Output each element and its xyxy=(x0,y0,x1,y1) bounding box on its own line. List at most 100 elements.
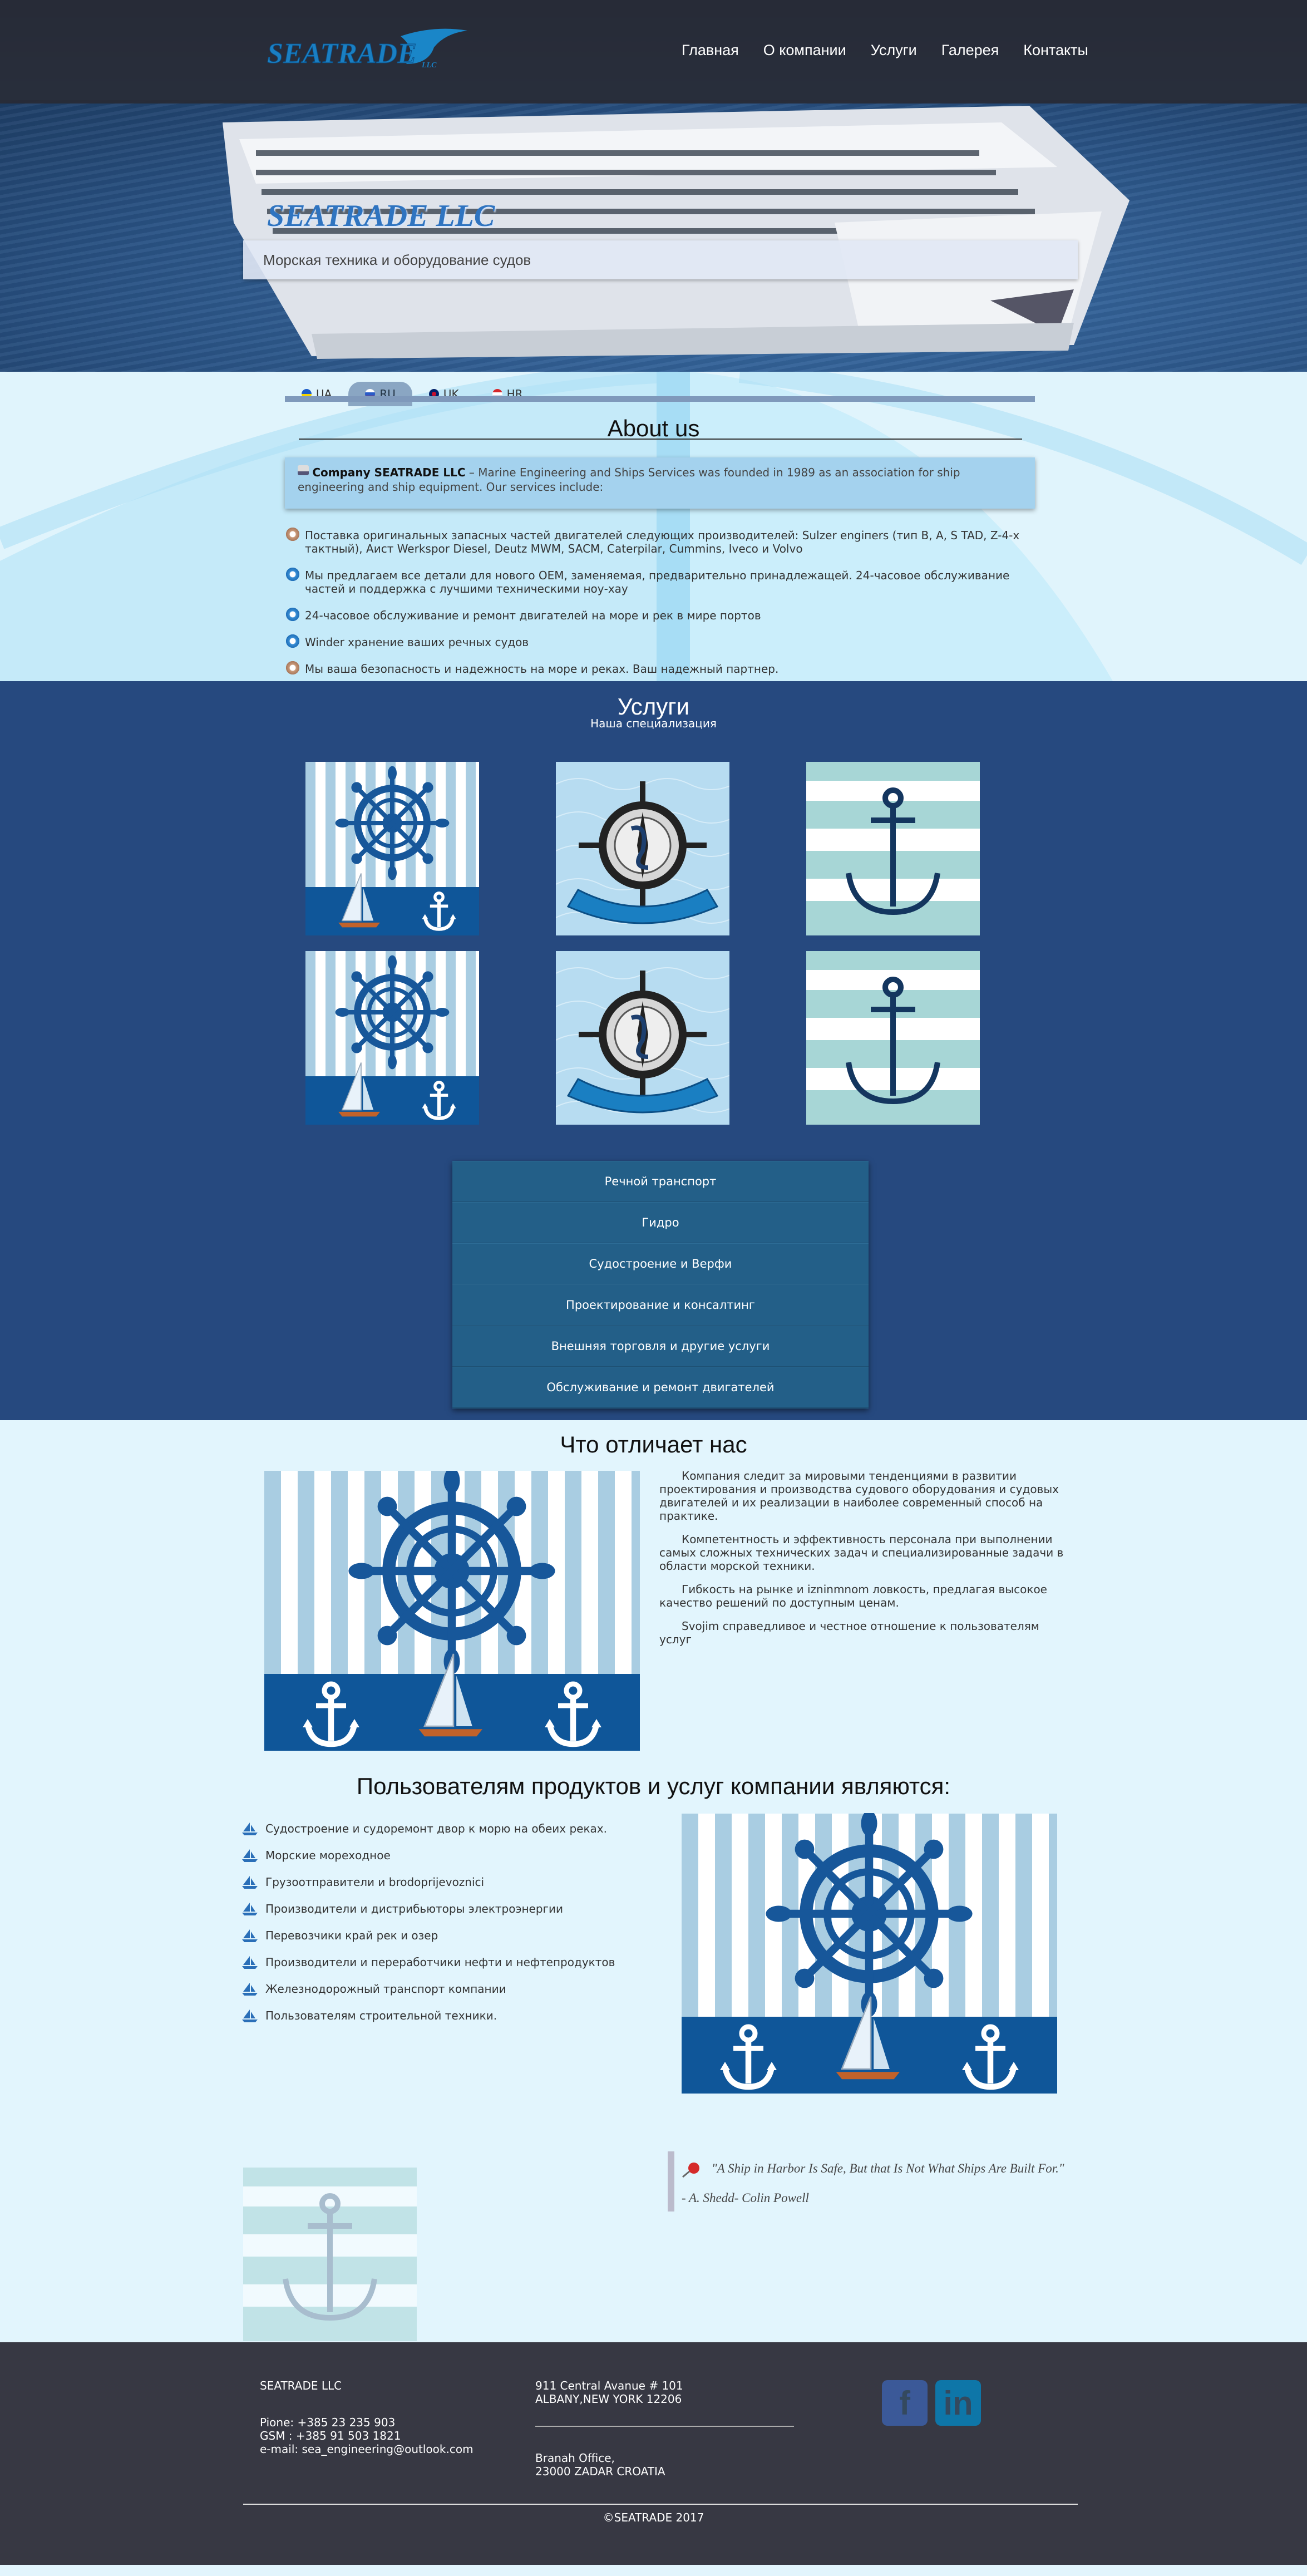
about-title: About us xyxy=(607,415,700,441)
copyright: ©SEATRADE 2017 xyxy=(603,2511,704,2524)
intro-company: Company SEATRADE LLC xyxy=(312,466,466,479)
service-item-hydro[interactable]: Гидро xyxy=(452,1202,869,1243)
hero-subtitle: Морская техника и оборудование судов xyxy=(263,252,531,268)
list-item: Мы ваша безопасность и надежность на мор… xyxy=(285,660,1042,676)
user-item-text: Судостроение и судоремонт двор к морю на… xyxy=(265,1822,607,1835)
user-item-text: Морские мореходное xyxy=(265,1849,391,1862)
seatrade-logo[interactable]: SEATRADE LLC xyxy=(267,25,473,75)
service-item-shipbuilding[interactable]: Судостроение и Верфи xyxy=(452,1243,869,1284)
ship-wheel-image xyxy=(264,1471,640,1751)
list-item: 24-часовое обслуживание и ремонт двигате… xyxy=(285,607,1042,622)
svg-text:LLC: LLC xyxy=(421,61,437,70)
sailboat-icon xyxy=(242,1903,258,1915)
lang-tab-hr[interactable]: HR xyxy=(476,382,540,406)
differs-paragraph: Svojim справедливое и честное отношение … xyxy=(659,1619,1039,1646)
sailboat-icon xyxy=(242,1849,258,1862)
sailboat-icon xyxy=(242,1876,258,1889)
footer-address-branch: Branah Office, 23000 ZADAR CROATIA xyxy=(535,2451,665,2478)
ship-icon xyxy=(298,465,309,475)
bullet-text: 24-часовое обслуживание и ремонт двигате… xyxy=(305,609,761,622)
service-item-design-consulting[interactable]: Проектирование и консалтинг xyxy=(452,1284,869,1326)
language-tabs-underline xyxy=(285,396,1035,402)
hero-title: SEATRADE LLC xyxy=(267,199,495,233)
list-item: Железнодорожный транспорт компании xyxy=(242,1976,643,2002)
nav-services[interactable]: Услуги xyxy=(871,42,917,59)
page: { "header": { "logo_text": "SEATRADE", "… xyxy=(0,0,1307,2576)
gear-icon xyxy=(285,633,300,649)
facebook-icon[interactable]: f xyxy=(882,2380,928,2426)
bullet-text: Мы предлагаем все детали для нового OEM,… xyxy=(305,569,1010,595)
services-subtitle: Наша специализация xyxy=(590,717,717,730)
footer-company: SEATRADE LLC xyxy=(260,2379,342,2392)
bullet-text: Поставка оригинальных запасных частей дв… xyxy=(305,529,1020,555)
service-item-river-transport[interactable]: Речной транспорт xyxy=(452,1161,869,1202)
gear-icon xyxy=(285,526,300,542)
nav-gallery[interactable]: Галерея xyxy=(941,42,999,59)
list-item: Мы предлагаем все детали для нового OEM,… xyxy=(285,567,1042,595)
service-item-engine-repair[interactable]: Обслуживание и ремонт двигателей xyxy=(452,1367,869,1408)
gear-icon xyxy=(285,660,300,676)
lang-tab-uk[interactable]: UK xyxy=(412,382,476,406)
svg-text:SEATRADE: SEATRADE xyxy=(267,38,417,70)
list-item: Производители и дистрибьюторы электроэне… xyxy=(242,1895,643,1922)
user-item-text: Перевозчики край рек и озер xyxy=(265,1929,438,1942)
services-bullet-list: Поставка оригинальных запасных частей дв… xyxy=(285,526,1042,681)
about-section: UA RU UK HR About us Company SEATRADE LL… xyxy=(0,372,1307,681)
address-line: Branah Office, xyxy=(535,2451,615,2465)
hero-banner: SEATRADE LLC Главная О компании Услуги Г… xyxy=(0,0,1307,372)
bullet-text: Мы ваша безопасность и надежность на мор… xyxy=(305,662,779,676)
quote: "A Ship in Harbor Is Safe, But that Is N… xyxy=(682,2154,1071,2213)
footer-divider xyxy=(535,2426,794,2427)
address-line: 911 Central Avanue # 101 xyxy=(535,2379,683,2392)
gear-icon xyxy=(285,607,300,622)
ship-wheel-image xyxy=(682,1813,1057,2094)
sailboat-icon xyxy=(242,1956,258,1969)
about-title-divider xyxy=(299,439,1022,440)
nav-contacts[interactable]: Контакты xyxy=(1023,42,1088,59)
differs-text: Компания следит за мировыми тенденциями … xyxy=(659,1469,1074,1656)
nav-about[interactable]: О компании xyxy=(763,42,846,59)
anchor-tile[interactable] xyxy=(806,951,980,1125)
top-navigation-bar xyxy=(0,0,1307,104)
footer: SEATRADE LLC Pione: +385 23 235 903 GSM … xyxy=(0,2342,1307,2565)
services-menu: Речной транспорт Гидро Судостроение и Ве… xyxy=(452,1161,869,1408)
ship-wheel-tile[interactable] xyxy=(305,951,479,1125)
intro-text: Company SEATRADE LLC – Marine Engineerin… xyxy=(298,465,1021,494)
list-item: Грузоотправители и brodoprijevoznici xyxy=(242,1869,643,1895)
ship-wheel-tile[interactable] xyxy=(305,762,479,935)
service-item-foreign-trade[interactable]: Внешняя торговля и другие услуги xyxy=(452,1326,869,1367)
sailboat-icon xyxy=(242,1823,258,1835)
sailboat-icon xyxy=(242,1983,258,1996)
sailboat-icon xyxy=(242,1929,258,1942)
lang-tab-ua[interactable]: UA xyxy=(285,382,348,406)
differs-paragraph: Гибкость на рынке и izninmnom ловкость, … xyxy=(659,1583,1047,1609)
list-item: Производители и переработчики нефти и не… xyxy=(242,1949,643,1976)
linkedin-icon[interactable]: in xyxy=(935,2380,981,2426)
lang-tab-ru[interactable]: RU xyxy=(348,382,412,406)
list-item: Перевозчики край рек и озер xyxy=(242,1922,643,1949)
address-line: ALBANY,NEW YORK 12206 xyxy=(535,2392,682,2406)
users-list: Судостроение и судоремонт двор к морю на… xyxy=(242,1815,643,2029)
differs-title: Что отличает нас xyxy=(560,1431,747,1457)
compass-tile[interactable] xyxy=(556,762,729,935)
quote-bar xyxy=(668,2151,674,2211)
list-item: Поставка оригинальных запасных частей дв… xyxy=(285,526,1042,555)
list-item: Судостроение и судоремонт двор к морю на… xyxy=(242,1815,643,1842)
footer-address-main: 911 Central Avanue # 101 ALBANY,NEW YORK… xyxy=(535,2379,683,2406)
nav-home[interactable]: Главная xyxy=(682,42,739,59)
footer-phone: Pione: +385 23 235 903 xyxy=(260,2416,396,2429)
list-item: Морские мореходное xyxy=(242,1842,643,1869)
users-title: Пользователям продуктов и услуг компании… xyxy=(356,1773,951,1799)
main-nav: Главная О компании Услуги Галерея Контак… xyxy=(682,42,1088,59)
footer-email[interactable]: e-mail: sea_engineering@outlook.com xyxy=(260,2442,474,2456)
faded-anchor-image xyxy=(243,2168,417,2341)
footer-gsm: GSM : +385 91 503 1821 xyxy=(260,2429,401,2442)
compass-tile[interactable] xyxy=(556,951,729,1125)
user-item-text: Производители и переработчики нефти и не… xyxy=(265,1956,615,1969)
quote-text: "A Ship in Harbor Is Safe, But that Is N… xyxy=(682,2161,1064,2205)
anchor-tile[interactable] xyxy=(806,762,980,935)
services-title: Услуги xyxy=(617,693,690,720)
gear-icon xyxy=(285,567,300,582)
list-item: Winder хранение ваших речных судов xyxy=(285,633,1042,649)
bullet-text: Winder хранение ваших речных судов xyxy=(305,636,529,649)
